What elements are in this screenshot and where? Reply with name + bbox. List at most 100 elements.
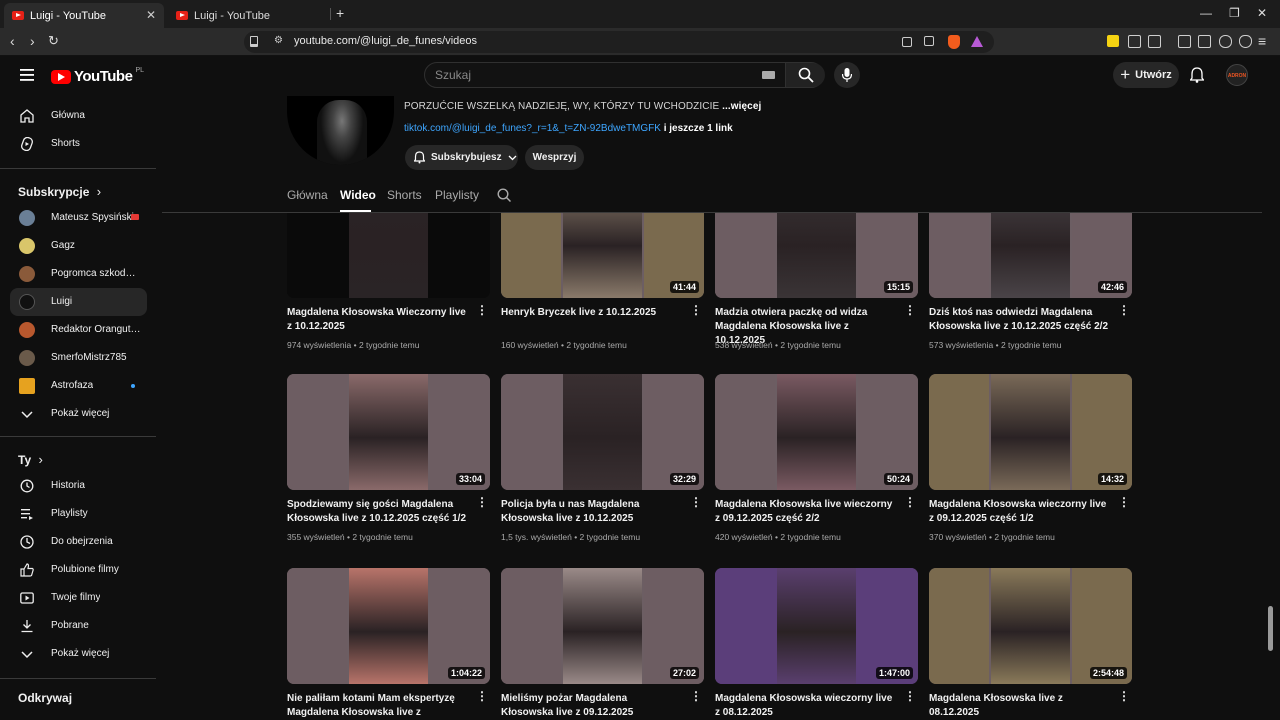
open-external-icon[interactable]	[902, 37, 912, 47]
more-actions-icon[interactable]: ⋮	[1118, 304, 1130, 316]
video-title[interactable]: Mieliśmy pożar Magdalena Kłosowska live …	[501, 692, 681, 720]
more-links[interactable]: i jeszcze 1 link	[664, 123, 733, 134]
video-title[interactable]: Policja była u nas Magdalena Kłosowska l…	[501, 498, 681, 526]
sidebar-divider	[0, 168, 156, 169]
back-icon[interactable]: ‹	[10, 33, 15, 49]
sidebar-item-shorts[interactable]: Shorts	[10, 130, 147, 158]
thumbnail-blur-left	[929, 374, 989, 490]
share-icon[interactable]	[924, 36, 934, 46]
thumbnail-image	[991, 568, 1070, 684]
channel-description[interactable]: PORZUĆCIE WSZELKĄ NADZIEJĘ, WY, KTÓRZY T…	[404, 101, 761, 112]
wallet-icon[interactable]	[1198, 35, 1211, 48]
video-thumbnail[interactable]: 1:04:22	[287, 568, 490, 684]
url-text[interactable]: youtube.com/@luigi_de_funes/videos	[294, 35, 477, 47]
leo-ai-icon[interactable]	[1219, 35, 1232, 48]
subscriptions-heading[interactable]: Subskrypcje ›	[18, 184, 101, 199]
notifications-bell-icon[interactable]	[1190, 67, 1204, 83]
support-button[interactable]: Wesprzyj	[525, 145, 584, 170]
more-actions-icon[interactable]: ⋮	[690, 496, 702, 508]
site-settings-icon[interactable]: ⚙	[274, 35, 283, 46]
hamburger-menu-icon[interactable]	[20, 69, 34, 81]
tab-shorts[interactable]: Shorts	[387, 188, 422, 202]
video-duration: 15:15	[883, 281, 913, 293]
create-label: Utwórz	[1135, 69, 1172, 81]
browser-menu-icon[interactable]: ≡	[1258, 33, 1266, 49]
video-thumbnail[interactable]: 33:04	[287, 374, 490, 490]
search-button[interactable]	[785, 63, 825, 87]
more-actions-icon[interactable]: ⋮	[1118, 690, 1130, 702]
close-window-icon[interactable]: ✕	[1257, 6, 1267, 20]
browser-tab[interactable]: Luigi - YouTube	[168, 3, 328, 28]
video-thumbnail[interactable]: 2:54:48	[929, 568, 1132, 684]
video-thumbnail[interactable]: 50:24	[715, 374, 918, 490]
close-tab-icon[interactable]: ✕	[146, 8, 156, 22]
video-title[interactable]: Magdalena Kłosowska wieczorny live z 09.…	[929, 498, 1109, 526]
browser-toolbar: ‹ › ↻ ⚙ youtube.com/@luigi_de_funes/vide…	[0, 28, 1280, 56]
tab-playlists[interactable]: Playlisty	[435, 188, 479, 202]
create-button[interactable]: + Utwórz	[1113, 62, 1179, 88]
video-duration: 32:29	[669, 473, 699, 485]
channel-link[interactable]: tiktok.com/@luigi_de_funes?_r=1&_t=ZN-92…	[404, 123, 661, 134]
extensions-puzzle-icon[interactable]	[1128, 35, 1141, 48]
extension-box-icon[interactable]	[1148, 35, 1161, 48]
video-title[interactable]: Magdalena Kłosowska live z 08.12.2025	[929, 692, 1109, 720]
youtube-logo[interactable]: YouTube PL	[51, 67, 144, 85]
extension-icon[interactable]	[1107, 35, 1119, 47]
video-title[interactable]: Dziś ktoś nas odwiedzi Magdalena Kłosows…	[929, 306, 1109, 334]
video-thumbnail[interactable]: 1:47:00	[715, 568, 918, 684]
more-actions-icon[interactable]: ⋮	[476, 496, 488, 508]
video-title[interactable]: Nie paliłam kotami Mam ekspertyzę Magdal…	[287, 692, 467, 720]
video-title[interactable]: Henryk Bryczek live z 10.12.2025	[501, 306, 681, 320]
tab-home[interactable]: Główna	[287, 188, 328, 202]
subscribed-label: Subskrybujesz	[431, 152, 502, 163]
more-actions-icon[interactable]: ⋮	[690, 690, 702, 702]
video-duration: 42:46	[1097, 281, 1127, 293]
video-thumbnail[interactable]	[287, 213, 490, 298]
browser-tab-active[interactable]: Luigi - YouTube ✕	[4, 3, 164, 28]
reload-icon[interactable]: ↻	[48, 33, 59, 49]
rewards-icon[interactable]	[971, 36, 983, 47]
more-actions-icon[interactable]: ⋮	[904, 690, 916, 702]
video-thumbnail[interactable]: 42:46	[929, 213, 1132, 298]
search-input[interactable]	[435, 68, 755, 82]
video-grid: Magdalena Kłosowska Wieczorny live z 10.…	[0, 213, 1266, 720]
account-avatar[interactable]: ADRON	[1226, 64, 1248, 86]
more-actions-icon[interactable]: ⋮	[904, 304, 916, 316]
scrollbar-thumb[interactable]	[1268, 606, 1273, 651]
new-tab-button[interactable]: +	[336, 5, 344, 21]
vpn-shield-icon[interactable]	[1239, 35, 1252, 48]
video-thumbnail[interactable]: 41:44	[501, 213, 704, 298]
more-actions-icon[interactable]: ⋮	[476, 304, 488, 316]
video-meta: 573 wyświetlenia • 2 tygodnie temu	[929, 340, 1062, 350]
keyboard-icon[interactable]	[762, 71, 775, 79]
description-more-link[interactable]: ...więcej	[722, 101, 761, 112]
sidebar-item-label: Shorts	[51, 138, 80, 149]
sidebar-item-home[interactable]: Główna	[10, 102, 147, 130]
more-actions-icon[interactable]: ⋮	[690, 304, 702, 316]
sidebar-toggle-icon[interactable]	[1178, 35, 1191, 48]
video-title[interactable]: Magdalena Kłosowska Wieczorny live z 10.…	[287, 306, 467, 334]
minimize-icon[interactable]: —	[1200, 6, 1212, 20]
video-meta: 370 wyświetleń • 2 tygodnie temu	[929, 532, 1055, 542]
more-actions-icon[interactable]: ⋮	[1118, 496, 1130, 508]
address-bar[interactable]: ⚙ youtube.com/@luigi_de_funes/videos	[244, 31, 994, 53]
video-title[interactable]: Magdalena Kłosowska live wieczorny z 09.…	[715, 498, 895, 526]
brave-shield-icon[interactable]	[948, 35, 960, 49]
tab-videos[interactable]: Wideo	[340, 188, 376, 202]
subscribed-button[interactable]: Subskrybujesz	[405, 145, 518, 170]
more-actions-icon[interactable]: ⋮	[476, 690, 488, 702]
channel-search-icon[interactable]	[497, 188, 511, 202]
video-thumbnail[interactable]: 32:29	[501, 374, 704, 490]
video-title[interactable]: Spodziewamy się gości Magdalena Kłosowsk…	[287, 498, 467, 526]
more-actions-icon[interactable]: ⋮	[904, 496, 916, 508]
channel-description-text: PORZUĆCIE WSZELKĄ NADZIEJĘ, WY, KTÓRZY T…	[404, 101, 720, 112]
video-title[interactable]: Magdalena Kłosowska wieczorny live z 08.…	[715, 692, 895, 720]
forward-icon[interactable]: ›	[30, 33, 35, 49]
voice-search-button[interactable]	[834, 62, 860, 88]
video-thumbnail[interactable]: 15:15	[715, 213, 918, 298]
video-thumbnail[interactable]: 14:32	[929, 374, 1132, 490]
youtube-header: YouTube PL + Utwórz ADRON	[0, 56, 1280, 96]
restore-icon[interactable]: ❐	[1229, 6, 1240, 20]
video-thumbnail[interactable]: 27:02	[501, 568, 704, 684]
bookmark-icon[interactable]	[250, 36, 258, 47]
